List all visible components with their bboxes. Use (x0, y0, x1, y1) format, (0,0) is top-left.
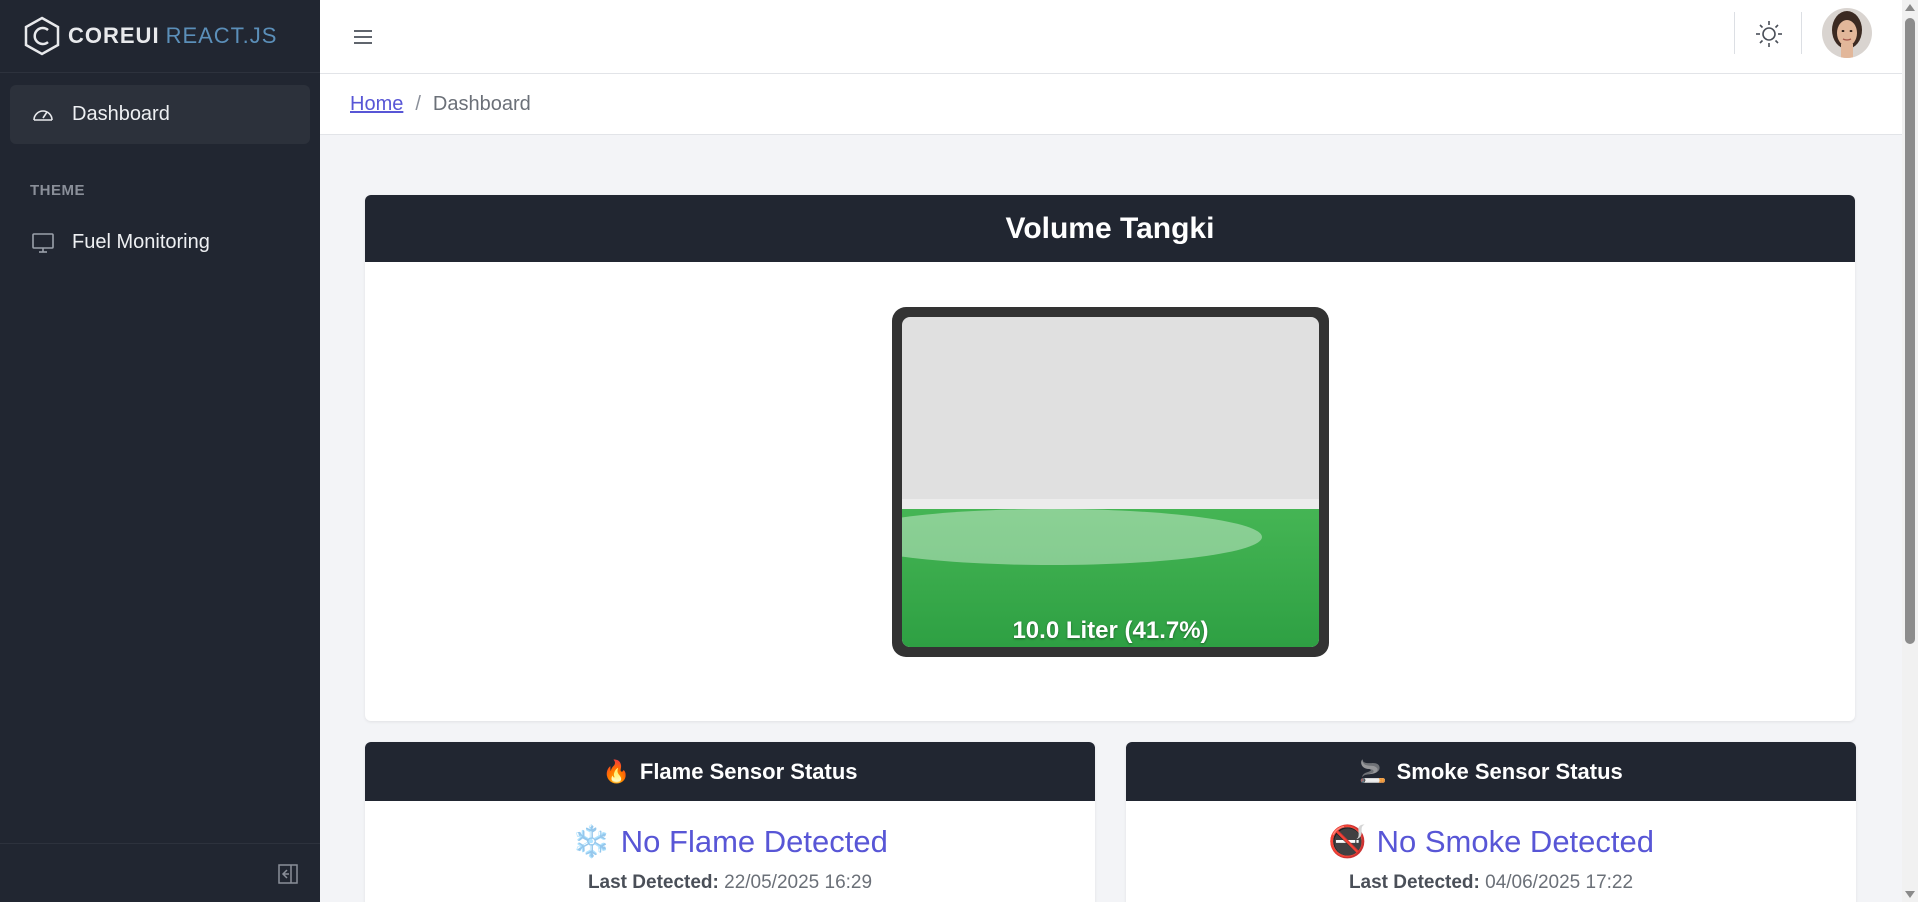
user-avatar-icon (1822, 8, 1872, 58)
sidebar: COREUI REACT.JS Dashboard THEME Fuel Moni… (0, 0, 320, 902)
nav-section-title: THEME (30, 182, 85, 199)
volume-card-title: Volume Tangki (365, 195, 1855, 262)
brand-core-text: COREUI (68, 23, 160, 48)
brand-logo[interactable]: COREUI REACT.JS (0, 0, 320, 73)
tank-volume-label: 10.0 Liter (41.7%) (1012, 617, 1209, 644)
snowflake-icon: ❄️ (572, 824, 611, 859)
flame-status-text: No Flame Detected (620, 824, 888, 859)
sidebar-item-label: Fuel Monitoring (72, 231, 210, 253)
smoke-status-text: No Smoke Detected (1376, 824, 1655, 859)
tank-wave (902, 509, 1262, 565)
breadcrumb-home-link[interactable]: Home (350, 93, 403, 116)
smoke-card-title: Smoke Sensor Status (1396, 758, 1623, 784)
no-smoking-icon: 🚭 (1327, 824, 1367, 859)
speedometer-icon (30, 102, 56, 128)
sun-icon (1756, 21, 1782, 47)
sidebar-footer (0, 843, 320, 902)
hamburger-icon (354, 30, 372, 44)
avatar[interactable] (1822, 8, 1872, 58)
fire-icon: 🔥 (602, 758, 630, 784)
tank-surface (902, 499, 1319, 509)
scrollbar-thumb[interactable] (1905, 18, 1915, 644)
flame-last-detected-label: Last Detected: (587, 872, 719, 893)
collapse-icon (278, 864, 298, 884)
tank-body: 10.0 Liter (41.7%) (902, 317, 1319, 647)
flame-card-title: Flame Sensor Status (639, 758, 858, 784)
tank-gauge: 10.0 Liter (41.7%) (892, 307, 1329, 657)
volume-card: Volume Tangki 10.0 Liter (41.7%) (365, 195, 1855, 721)
flame-sensor-card: 🔥 Flame Sensor Status ❄️ No Flame Detecte… (365, 742, 1095, 902)
header (320, 0, 1902, 74)
smoke-last-detected-value: 04/06/2025 17:22 (1485, 872, 1634, 893)
page-scrollbar[interactable] (1902, 0, 1918, 902)
brand-react-text: REACT.JS (165, 23, 278, 48)
coreui-logo-icon (24, 16, 60, 56)
theme-toggle-button[interactable] (1751, 16, 1787, 52)
scroll-up-arrow-icon[interactable] (1905, 4, 1915, 11)
smoke-sensor-card: 🚬 Smoke Sensor Status 🚭 No Smoke Detected… (1126, 742, 1856, 902)
header-divider (1801, 12, 1802, 54)
sidebar-item-fuel-monitoring[interactable]: Fuel Monitoring (10, 213, 310, 272)
smoke-last-detected-label: Last Detected: (1348, 872, 1480, 893)
cigarette-icon: 🚬 (1359, 758, 1387, 784)
breadcrumb-separator: / (415, 92, 421, 115)
breadcrumb: Home / Dashboard (320, 74, 1902, 135)
monitor-icon (30, 230, 56, 256)
sidebar-item-label: Dashboard (72, 103, 170, 125)
header-divider (1734, 12, 1735, 54)
sidebar-item-dashboard[interactable]: Dashboard (10, 85, 310, 144)
menu-toggle-button[interactable] (348, 22, 378, 52)
scroll-down-arrow-icon[interactable] (1905, 891, 1915, 898)
breadcrumb-current: Dashboard (432, 92, 531, 115)
sidebar-collapse-button[interactable] (276, 862, 300, 886)
flame-last-detected-value: 22/05/2025 16:29 (724, 872, 873, 893)
